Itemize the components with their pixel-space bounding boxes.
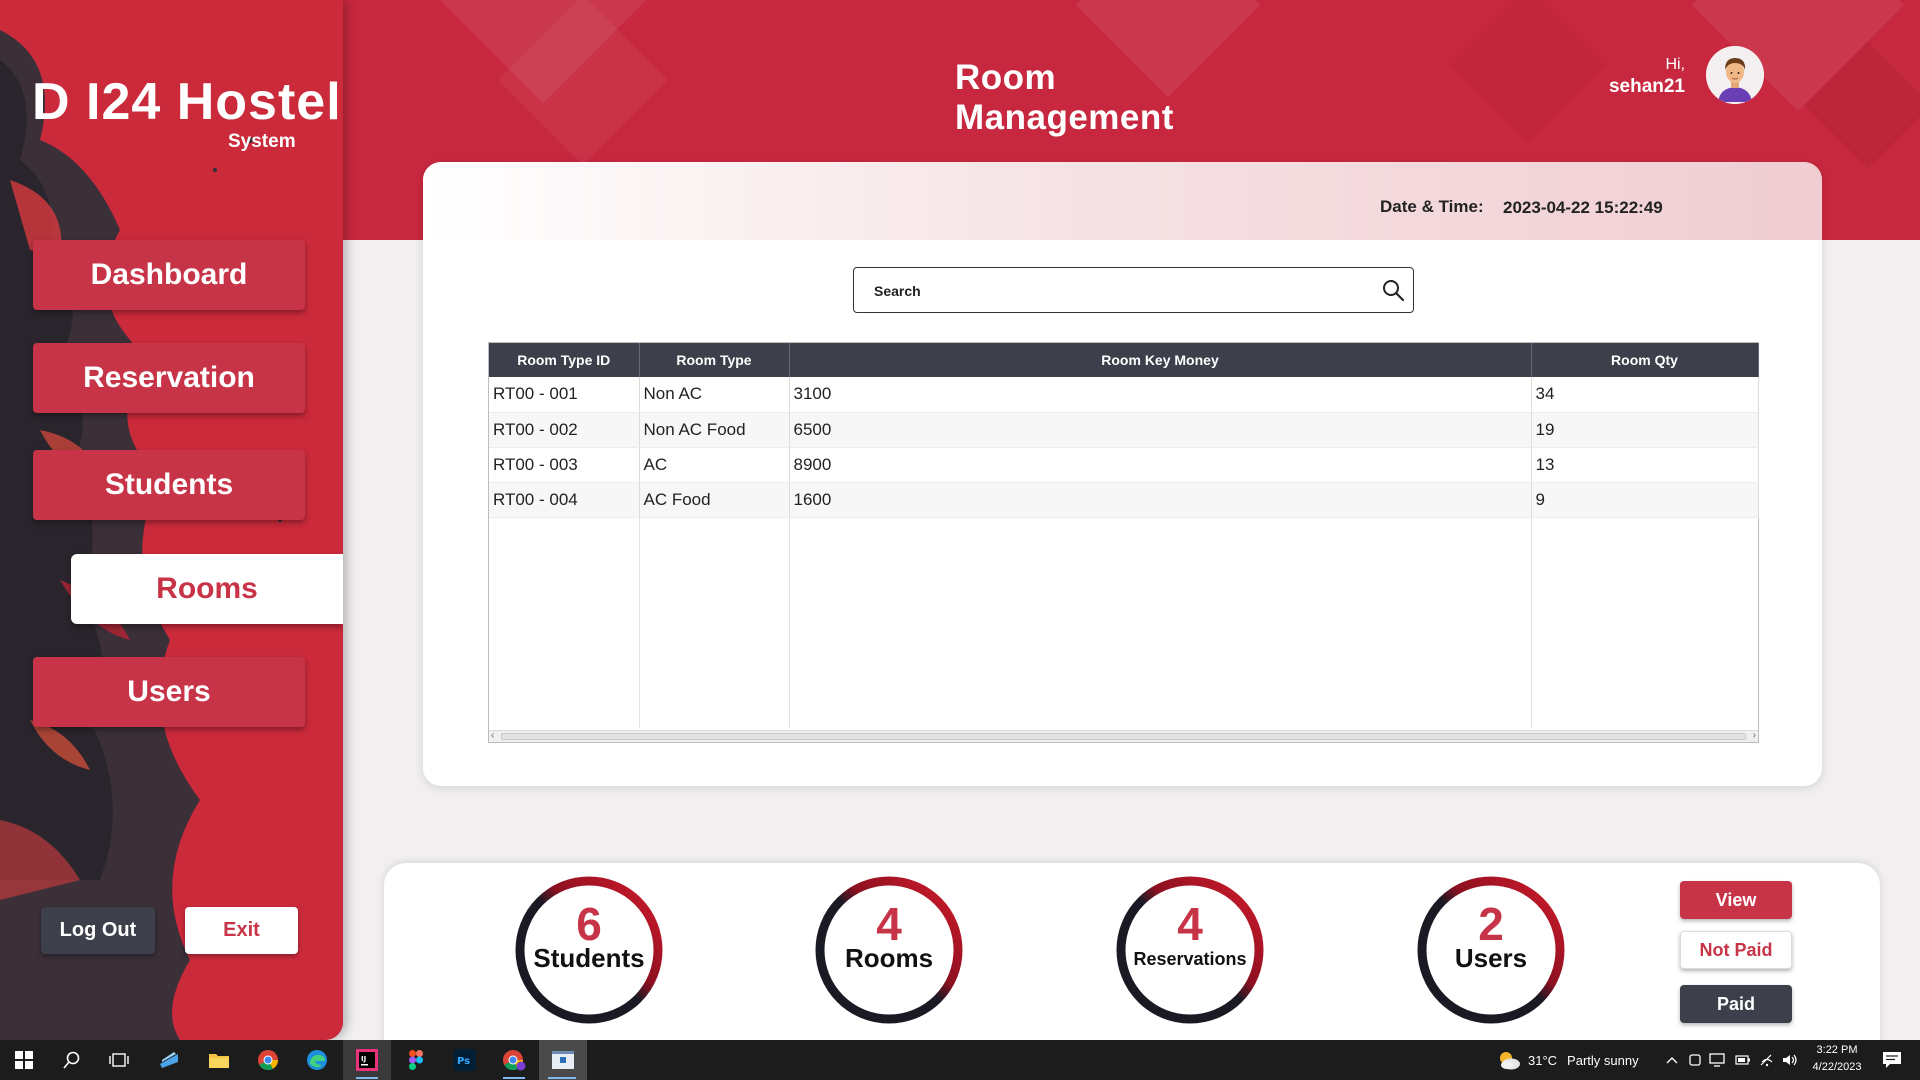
java-app-icon[interactable] [551, 1048, 575, 1072]
avatar[interactable] [1706, 46, 1764, 104]
edge-icon[interactable] [305, 1048, 329, 1072]
app-logo: D I24 Hostel [32, 73, 342, 131]
banner-decoration [1450, 0, 1606, 143]
table-row[interactable]: RT00 - 004 AC Food 1600 9 [489, 482, 1759, 518]
nav-reservation-button[interactable]: Reservation [33, 343, 305, 413]
chrome-icon[interactable] [256, 1048, 280, 1072]
table-cell: 19 [1531, 412, 1759, 448]
stat-label: Reservations [1133, 949, 1247, 969]
horizontal-scrollbar[interactable]: ‹ › [489, 730, 1758, 742]
weather-widget[interactable]: 31°C Partly sunny [1496, 1040, 1639, 1080]
table-cell: 6500 [789, 412, 1532, 448]
room-management-card: Date & Time: 2023-04-22 15:22:49 Room Ty… [423, 162, 1822, 786]
table-cell: 1600 [789, 482, 1532, 518]
table-cell: RT00 - 002 [489, 412, 640, 448]
greeting-text: Hi, [1665, 56, 1685, 73]
table-cell: AC Food [639, 482, 790, 518]
nav-rooms-button[interactable]: Rooms [71, 554, 343, 624]
scroll-left-icon[interactable]: ‹ [491, 730, 494, 741]
display-icon[interactable] [1705, 1048, 1729, 1072]
page-title: Room Management [955, 58, 1174, 137]
table-cell: 9 [1531, 482, 1759, 518]
active-indicator [356, 1077, 378, 1079]
nav-students-button[interactable]: Students [33, 450, 305, 520]
not-paid-button[interactable]: Not Paid [1680, 931, 1792, 969]
stat-label: Users [1454, 943, 1528, 973]
nav-dashboard-button[interactable]: Dashboard [33, 240, 305, 310]
stat-users: 2 Users [1416, 875, 1566, 1025]
card-header: Date & Time: 2023-04-22 15:22:49 [423, 162, 1822, 240]
datetime-value: 2023-04-22 15:22:49 [1503, 198, 1663, 217]
battery-icon[interactable] [1731, 1048, 1755, 1072]
stat-students: 6 Students [514, 875, 664, 1025]
column-header-room-key-money[interactable]: Room Key Money [789, 343, 1532, 377]
table-cell: 34 [1531, 377, 1759, 413]
table-cell: 13 [1531, 447, 1759, 483]
table-row[interactable]: RT00 - 002 Non AC Food 6500 19 [489, 412, 1759, 448]
table-cell: Non AC [639, 377, 790, 413]
search-icon[interactable] [1381, 278, 1405, 307]
stat-value: 4 [1177, 898, 1203, 950]
table-cell: RT00 - 001 [489, 377, 640, 413]
windows-start-icon[interactable] [12, 1048, 36, 1072]
logout-button[interactable]: Log Out [41, 907, 155, 954]
table-cell: RT00 - 004 [489, 482, 640, 518]
view-button[interactable]: View [1680, 881, 1792, 919]
scroll-right-icon[interactable]: › [1753, 730, 1756, 741]
table-cell: 8900 [789, 447, 1532, 483]
stat-label: Students [533, 943, 645, 973]
notification-icon[interactable] [1880, 1048, 1904, 1072]
wifi-icon[interactable] [1755, 1048, 1779, 1072]
search-box[interactable] [853, 267, 1414, 313]
scrollbar-thumb[interactable] [501, 733, 1746, 740]
app-logo-subtitle: System [228, 131, 296, 152]
partly-sunny-icon [1500, 1052, 1520, 1070]
clock-time[interactable]: 3:22 PM [1804, 1044, 1870, 1056]
chevron-up-icon[interactable] [1660, 1048, 1684, 1072]
clock-date[interactable]: 4/22/2023 [1804, 1061, 1870, 1073]
user-greeting: Hi, sehan21 [1609, 56, 1685, 98]
volume-icon[interactable] [1778, 1048, 1802, 1072]
search-input[interactable] [874, 280, 1354, 302]
user-avatar-icon [1706, 46, 1764, 104]
svg-text:IJ: IJ [361, 1055, 366, 1063]
rooms-table: Room Type ID Room Type Room Key Money Ro… [488, 342, 1759, 743]
empty-table-area [489, 518, 1758, 728]
meet-now-icon[interactable] [1683, 1048, 1707, 1072]
active-indicator [503, 1077, 525, 1079]
exit-button[interactable]: Exit [185, 907, 298, 954]
datetime-label: Date & Time: [1380, 197, 1484, 216]
table-row[interactable]: RT00 - 001 Non AC 3100 34 [489, 377, 1759, 413]
figma-icon[interactable] [404, 1048, 428, 1072]
weather-desc: Partly sunny [1567, 1052, 1639, 1068]
weather-temp: 31°C [1528, 1052, 1558, 1068]
taskbar: IJ Ps 31°C Partly sunny 3:22 PM 4/22/202… [0, 1040, 1920, 1080]
app-taskbar-icon[interactable] [157, 1048, 181, 1072]
stat-label: Rooms [844, 943, 934, 973]
stat-reservations: 4 Reservations [1115, 875, 1265, 1025]
column-header-room-type-id[interactable]: Room Type ID [489, 343, 640, 377]
table-cell: RT00 - 003 [489, 447, 640, 483]
photoshop-icon[interactable]: Ps [453, 1048, 477, 1072]
column-header-room-type[interactable]: Room Type [639, 343, 790, 377]
table-row[interactable]: RT00 - 003 AC 8900 13 [489, 447, 1759, 483]
taskbar-search-icon[interactable] [60, 1048, 84, 1072]
column-header-room-qty[interactable]: Room Qty [1531, 343, 1759, 377]
table-cell: 3100 [789, 377, 1532, 413]
brush-texture-decoration [0, 0, 343, 1040]
active-indicator [548, 1077, 576, 1079]
intellij-icon[interactable]: IJ [355, 1048, 379, 1072]
table-header-row: Room Type ID Room Type Room Key Money Ro… [489, 343, 1759, 377]
file-explorer-icon[interactable] [207, 1048, 231, 1072]
nav-users-button[interactable]: Users [33, 657, 305, 727]
chrome-profile-icon[interactable] [502, 1048, 526, 1072]
sidebar: D I24 Hostel System Dashboard Reservatio… [0, 0, 343, 1040]
svg-text:Ps: Ps [457, 1056, 470, 1067]
stat-rooms: 4 Rooms [814, 875, 964, 1025]
table-cell: Non AC Food [639, 412, 790, 448]
username: sehan21 [1608, 76, 1685, 97]
table-cell: AC [639, 447, 790, 483]
paid-button[interactable]: Paid [1680, 985, 1792, 1023]
task-view-icon[interactable] [107, 1048, 131, 1072]
